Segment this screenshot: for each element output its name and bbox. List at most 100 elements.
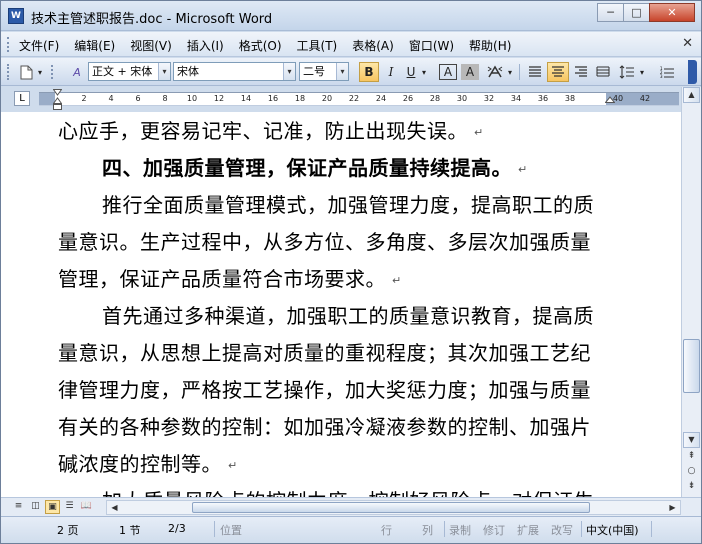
character-border-button[interactable]: A <box>439 64 457 80</box>
italic-button[interactable]: I <box>381 62 401 82</box>
close-button[interactable]: ✕ <box>649 3 695 22</box>
ruler-row: L 2 4 6 8 10 12 14 16 18 20 22 24 26 28 … <box>1 87 701 111</box>
status-separator <box>651 521 652 537</box>
line-text: 管理，保证产品质量符合市场要求。 <box>58 267 386 291</box>
document-line: 量意识。生产过程中，从多方位、多角度、多层次加强质量 <box>58 230 591 254</box>
maximize-button[interactable]: □ <box>623 3 650 22</box>
paragraph-mark-icon: ↵ <box>474 126 484 139</box>
horizontal-scrollbar[interactable]: ◀ ▶ <box>106 500 681 515</box>
scroll-left-icon[interactable]: ◀ <box>107 501 122 514</box>
styles-pane-icon[interactable]: A <box>68 62 86 82</box>
ruler-tick-label: 14 <box>240 94 252 103</box>
toolbar-grip-icon <box>49 62 55 82</box>
underline-button[interactable]: U <box>403 62 419 82</box>
heading-text: 四、加强质量管理，保证产品质量持续提高。 <box>102 156 512 180</box>
right-indent-marker-icon[interactable] <box>605 92 615 108</box>
numbering-icon[interactable]: 123 <box>657 62 677 82</box>
menu-window[interactable]: 窗口(W) <box>409 37 454 54</box>
style-dropdown-chevron-icon[interactable]: ▾ <box>158 63 170 80</box>
font-size-dropdown-chevron-icon[interactable]: ▾ <box>336 63 348 80</box>
menu-table[interactable]: 表格(A) <box>352 37 394 54</box>
font-size-value: 二号 <box>303 65 325 78</box>
ruler-tick-label: 20 <box>321 94 333 103</box>
ruler-tick-label: 10 <box>186 94 198 103</box>
font-size-combo[interactable]: 二号 ▾ <box>299 62 349 81</box>
language-indicator[interactable]: 中文(中国) <box>586 522 639 538</box>
new-dropdown-chevron-icon[interactable]: ▾ <box>35 62 45 82</box>
normal-view-icon[interactable]: ≡ <box>11 500 26 514</box>
vertical-scrollbar[interactable]: ▲ ▼ ⇞ ○ ⇟ <box>681 87 701 497</box>
menu-insert[interactable]: 插入(I) <box>187 37 224 54</box>
track-changes-indicator[interactable]: 修订 <box>483 522 505 538</box>
window-controls: ─ □ ✕ <box>597 3 695 22</box>
bold-button[interactable]: B <box>359 62 379 82</box>
horizontal-ruler[interactable]: 2 4 6 8 10 12 14 16 18 20 22 24 26 28 30… <box>39 92 679 106</box>
status-page: 2 页 <box>57 524 79 537</box>
menu-file[interactable]: 文件(F) <box>19 37 59 54</box>
character-scaling-icon[interactable] <box>485 62 505 82</box>
ruler-tick-label: 16 <box>267 94 279 103</box>
menu-items: 文件(F) 编辑(E) 视图(V) 插入(I) 格式(O) 工具(T) 表格(A… <box>19 37 526 54</box>
outline-view-icon[interactable]: ☰ <box>62 500 77 514</box>
line-spacing-dropdown-chevron-icon[interactable]: ▾ <box>637 62 647 82</box>
horizontal-scroll-thumb[interactable] <box>192 502 590 513</box>
scroll-up-icon[interactable]: ▲ <box>683 87 700 103</box>
tab-selector[interactable]: L <box>14 91 30 106</box>
menu-view[interactable]: 视图(V) <box>130 37 172 54</box>
previous-page-icon[interactable]: ⇞ <box>684 449 699 463</box>
toolbar-grip-handle[interactable] <box>7 64 11 80</box>
ruler-tick-label: 34 <box>510 94 522 103</box>
document-page[interactable]: 心应手，更容易记牢、记准，防止出现失误。 ↵ 四、加强质量管理，保证产品质量持续提… <box>1 112 681 497</box>
status-separator <box>214 521 215 537</box>
line-text: 碱浓度的控制等。 <box>58 452 222 476</box>
minimize-button[interactable]: ─ <box>597 3 624 22</box>
font-combo[interactable]: 宋体 ▾ <box>173 62 296 81</box>
ruler-tick-label: 36 <box>537 94 549 103</box>
menu-edit[interactable]: 编辑(E) <box>74 37 115 54</box>
toolbar-options-icon[interactable] <box>688 60 697 84</box>
document-close-button[interactable]: ✕ <box>682 36 693 51</box>
ruler-tick-label: 2 <box>81 94 87 103</box>
ruler-tick-label: 28 <box>429 94 441 103</box>
scroll-down-icon[interactable]: ▼ <box>683 432 700 448</box>
status-separator <box>444 521 445 537</box>
word-doc-icon[interactable]: W <box>8 8 24 24</box>
reading-layout-view-icon[interactable]: 📖 <box>79 500 94 514</box>
new-document-icon[interactable] <box>17 62 35 82</box>
distributed-align-icon[interactable] <box>593 62 613 82</box>
style-combo[interactable]: 正文 + 宋体 ▾ <box>88 62 171 81</box>
status-separator <box>581 521 582 537</box>
vertical-scroll-thumb[interactable] <box>683 339 700 393</box>
status-position: 位置 <box>220 524 242 537</box>
status-page-of: 2/3 <box>168 522 186 535</box>
menu-format[interactable]: 格式(O) <box>239 37 282 54</box>
document-line: 律管理力度，严格按工艺操作，加大奖惩力度；加强与质量 <box>58 378 591 402</box>
menu-help[interactable]: 帮助(H) <box>469 37 511 54</box>
document-line: 首先通过多种渠道，加强职工的质量意识教育，提高质 <box>102 304 594 328</box>
select-browse-object-icon[interactable]: ○ <box>684 464 699 478</box>
scaling-dropdown-chevron-icon[interactable]: ▾ <box>505 62 515 82</box>
justify-icon[interactable] <box>525 62 545 82</box>
paragraph-mark-icon: ↵ <box>228 459 238 472</box>
menu-tools[interactable]: 工具(T) <box>297 37 338 54</box>
status-column: 列 <box>422 524 433 537</box>
web-layout-view-icon[interactable]: ◫ <box>28 500 43 514</box>
scroll-right-icon[interactable]: ▶ <box>665 501 680 514</box>
menu-grip-handle[interactable] <box>7 37 11 52</box>
line-spacing-icon[interactable] <box>617 62 637 82</box>
title-bar: W 技术主管述职报告.doc - Microsoft Word ─ □ ✕ <box>1 1 701 31</box>
next-page-icon[interactable]: ⇟ <box>684 479 699 493</box>
overtype-indicator[interactable]: 改写 <box>551 522 573 538</box>
print-layout-view-icon[interactable]: ▣ <box>45 500 60 514</box>
first-line-indent-marker-icon[interactable] <box>53 89 62 111</box>
document-line: 加大质量风险点的控制力度，控制好风险点，对保证生 <box>102 485 594 497</box>
record-macro-indicator[interactable]: 录制 <box>449 522 471 538</box>
extend-selection-indicator[interactable]: 扩展 <box>517 522 539 538</box>
font-dropdown-chevron-icon[interactable]: ▾ <box>283 63 295 80</box>
paragraph-mark-icon: ↵ <box>518 163 528 176</box>
align-right-icon[interactable] <box>571 62 591 82</box>
character-shading-button[interactable]: A <box>461 64 479 80</box>
align-center-icon[interactable] <box>547 62 569 82</box>
underline-dropdown-chevron-icon[interactable]: ▾ <box>419 62 429 82</box>
ruler-tick-label: 32 <box>483 94 495 103</box>
